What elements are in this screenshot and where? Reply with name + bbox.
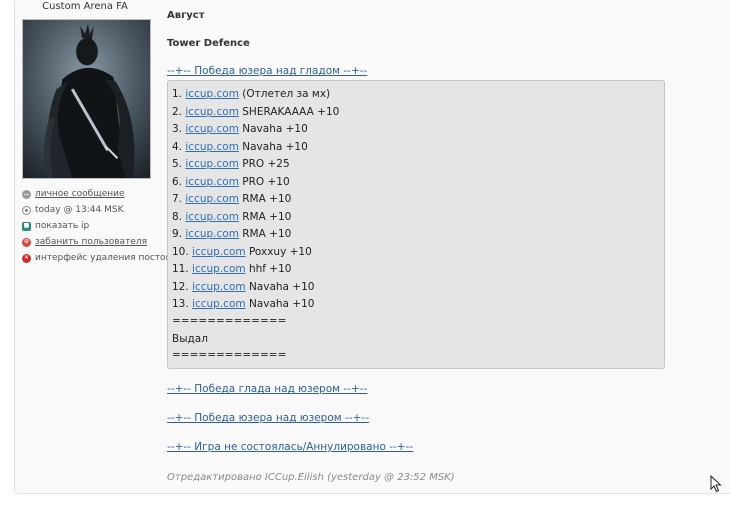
delete-posts-label[interactable]: интерфейс удаления постов (35, 253, 171, 263)
send-message-link[interactable]: … личное сообщение (22, 186, 171, 202)
site-link[interactable]: iccup.com (192, 298, 246, 310)
site-link[interactable]: iccup.com (185, 176, 239, 188)
section-link-user-wins[interactable]: --+-- Победа юзера над гладом --+-- (167, 65, 367, 77)
site-link[interactable]: iccup.com (185, 211, 239, 223)
dark-knight-avatar-image (23, 20, 150, 178)
post-month-heading: Август (167, 10, 205, 21)
quote-issued: Выдал (172, 333, 208, 345)
quote-line: 6. iccup.com PRO +10 (172, 175, 290, 188)
section-link-glad-wins[interactable]: --+-- Победа глада над юзером --+-- (167, 383, 367, 395)
quote-line: 8. iccup.com RMA +10 (172, 210, 292, 223)
quote-line: 13. iccup.com Navaha +10 (172, 298, 315, 310)
delete-icon: ✕ (22, 253, 31, 263)
site-link[interactable]: iccup.com (185, 141, 239, 153)
quote-separator: ============= (172, 349, 287, 361)
avatar (22, 19, 151, 179)
site-link[interactable]: iccup.com (185, 123, 239, 135)
site-link[interactable]: iccup.com (185, 106, 239, 118)
send-message-label[interactable]: личное сообщение (35, 189, 125, 199)
site-link[interactable]: iccup.com (192, 281, 246, 293)
site-link[interactable]: iccup.com (185, 158, 239, 170)
site-link[interactable]: iccup.com (185, 193, 239, 205)
quote-block: 1. iccup.com (Отлетел за мх) 2. iccup.co… (167, 80, 665, 369)
quote-line: 4. iccup.com Navaha +10 (172, 140, 308, 153)
site-link[interactable]: iccup.com (185, 228, 239, 240)
clock-icon (22, 205, 31, 215)
last-seen-label: today @ 13:44 MSK (35, 205, 124, 215)
quote-line: 10. iccup.com Poxxuy +10 (172, 245, 312, 258)
section-link-cancelled[interactable]: --+-- Игра не состоялась/Аннулировано --… (167, 441, 413, 453)
quote-line: 9. iccup.com RMA +10 (172, 228, 292, 240)
section-link-user-vs-user[interactable]: --+-- Победа юзера над юзером --+-- (167, 412, 369, 424)
post-mode-heading: Tower Defence (167, 38, 250, 49)
ip-icon: ■ (22, 221, 31, 231)
site-link[interactable]: iccup.com (185, 88, 239, 100)
show-ip-label[interactable]: показать ip (35, 221, 89, 231)
quote-line: 11. iccup.com hhf +10 (172, 263, 292, 275)
show-ip-link[interactable]: ■ показать ip (22, 218, 171, 234)
quote-line: 12. iccup.com Navaha +10 (172, 280, 315, 293)
quote-line: 3. iccup.com Navaha +10 (172, 123, 308, 135)
username[interactable]: Custom Arena FA (0, 1, 170, 12)
edited-note: Отредактировано ICCup.Eilish (yesterday … (167, 472, 455, 483)
last-seen: today @ 13:44 MSK (22, 202, 171, 218)
quote-line: 7. iccup.com RMA +10 (172, 193, 292, 205)
quote-line: 2. iccup.com SHERAKAAAA +10 (172, 105, 340, 118)
mouse-cursor-icon (710, 475, 722, 493)
user-actions: … личное сообщение today @ 13:44 MSK ■ п… (22, 186, 171, 266)
message-icon: … (22, 189, 31, 199)
ban-user-label[interactable]: забанить пользователя (35, 237, 147, 247)
site-link[interactable]: iccup.com (192, 263, 246, 275)
ban-user-link[interactable]: ⊘ забанить пользователя (22, 234, 171, 250)
quote-line: 5. iccup.com PRO +25 (172, 158, 290, 170)
quote-separator: ============= (172, 315, 287, 327)
delete-posts-link[interactable]: ✕ интерфейс удаления постов (22, 250, 171, 266)
site-link[interactable]: iccup.com (192, 246, 246, 258)
ban-icon: ⊘ (22, 237, 31, 247)
quote-line: 1. iccup.com (Отлетел за мх) (172, 88, 331, 100)
